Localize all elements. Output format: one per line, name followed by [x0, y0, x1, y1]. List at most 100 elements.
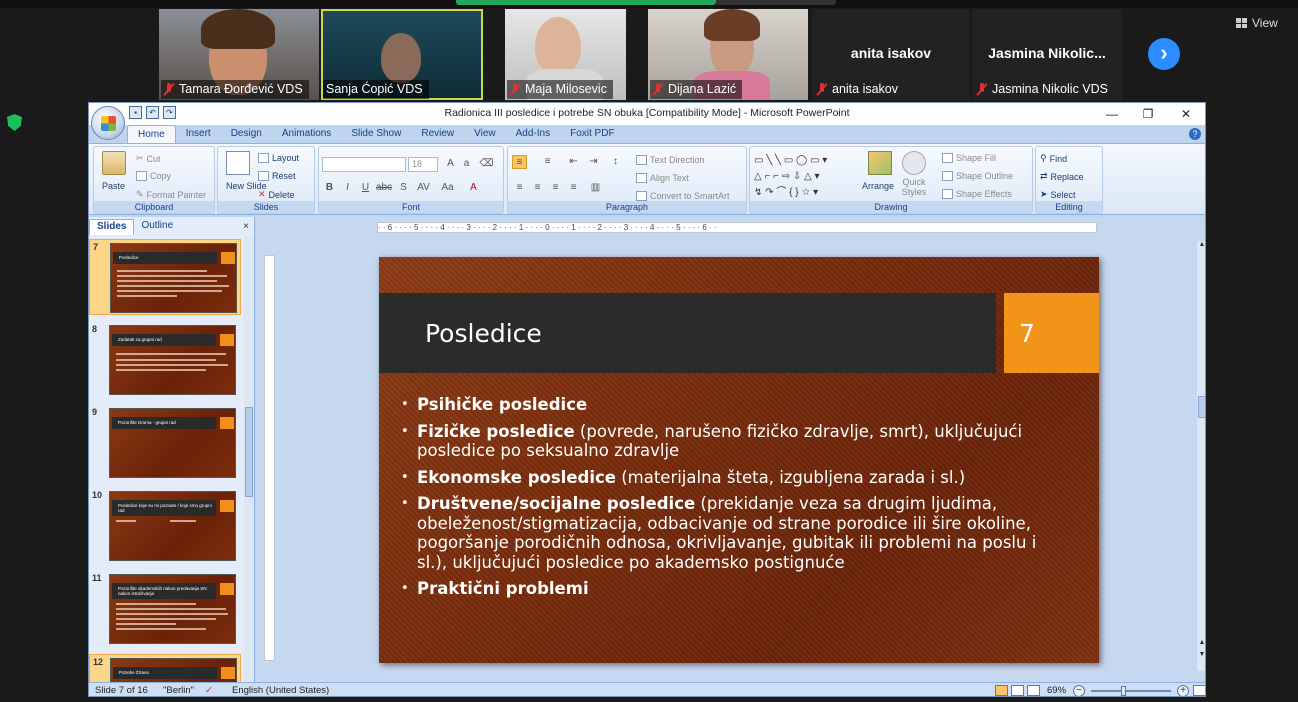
strikethrough-icon[interactable]: abc — [376, 181, 392, 195]
previous-slide-icon[interactable]: ▲ — [1197, 639, 1205, 646]
shapes-gallery[interactable]: ▭ ╲ ╲ ▭ ◯ ▭ ▾ △ ⌐ ⌐ ⇨ ⇩ △ ▾ ↯ ↷ ⌒ { } ☆ ▾ — [754, 153, 862, 203]
italic-icon[interactable]: I — [340, 181, 355, 195]
screen-share-indicator[interactable] — [456, 0, 716, 5]
participant-tile[interactable]: Dijana Lazić — [648, 9, 808, 100]
arrange-button[interactable]: Arrange — [862, 181, 894, 191]
tab-insert[interactable]: Insert — [176, 125, 221, 143]
zoom-in-icon[interactable]: + — [1177, 685, 1189, 696]
change-case-icon[interactable]: Aa — [440, 181, 455, 195]
slide-show-icon[interactable] — [1027, 685, 1040, 696]
quick-styles-button[interactable]: Quick Styles — [900, 177, 928, 197]
redo-icon[interactable]: ↷ — [163, 106, 176, 119]
slide-sorter-icon[interactable] — [1011, 685, 1024, 696]
language-indicator[interactable]: English (United States) — [232, 685, 329, 696]
columns-icon[interactable]: ▥ — [588, 181, 603, 195]
select-button[interactable]: ➤ Select — [1040, 189, 1076, 200]
participant-tile[interactable]: Tamara Đorđević VDS — [159, 9, 319, 100]
tab-add-ins[interactable]: Add-Ins — [506, 125, 560, 143]
reset-button[interactable]: Reset — [258, 171, 296, 181]
decrease-indent-icon[interactable]: ⇤ — [566, 155, 581, 169]
tab-slides[interactable]: Slides — [89, 219, 135, 235]
zoom-out-icon[interactable]: − — [1073, 685, 1085, 696]
next-participants-button[interactable]: › — [1148, 38, 1180, 70]
shape-effects-button[interactable]: Shape Effects — [942, 189, 1012, 199]
slide-canvas[interactable]: Posledice 7 Psihičke posledice Fizičke p… — [379, 257, 1099, 663]
minimize-button[interactable]: — — [1097, 105, 1127, 123]
slide-thumbnail[interactable]: 11 Pozorište akademskih nakon predavanja… — [89, 571, 241, 647]
line-spacing-icon[interactable]: ↕ — [608, 155, 623, 169]
slide-thumbnail[interactable]: 10 Posledice koje su mi poznate / koje s… — [89, 488, 241, 564]
normal-view-icon[interactable] — [995, 685, 1008, 696]
numbering-icon[interactable]: ≡ — [540, 155, 555, 169]
vertical-scrollbar[interactable]: ▲ ▲ ▼ — [1197, 241, 1205, 671]
paste-button[interactable]: Paste — [102, 181, 125, 191]
convert-to-smartart-button[interactable]: Convert to SmartArt — [636, 191, 730, 201]
close-pane-icon[interactable]: × — [243, 221, 249, 232]
format-painter-button[interactable]: ✎ Format Painter — [136, 189, 206, 200]
slide-thumbnail[interactable]: 8 Zadatak za grupni rad — [89, 322, 241, 398]
tab-review[interactable]: Review — [411, 125, 464, 143]
pane-scrollbar[interactable] — [244, 237, 254, 682]
layout-button[interactable]: Layout — [258, 153, 299, 163]
zoom-slider-handle[interactable] — [1121, 686, 1126, 696]
font-name-field[interactable] — [322, 157, 406, 172]
text-direction-button[interactable]: Text Direction — [636, 155, 705, 165]
bold-icon[interactable]: B — [322, 181, 337, 195]
slide-thumbnail[interactable]: 9 Pozorište Drama - grupni rad — [89, 405, 241, 481]
justify-icon[interactable]: ≡ — [566, 181, 581, 195]
security-shield-icon[interactable] — [7, 114, 22, 131]
tab-outline[interactable]: Outline — [134, 219, 180, 235]
tab-home[interactable]: Home — [127, 125, 176, 143]
underline-icon[interactable]: U — [358, 181, 373, 195]
tab-slide-show[interactable]: Slide Show — [341, 125, 411, 143]
increase-indent-icon[interactable]: ⇥ — [586, 155, 601, 169]
cut-button[interactable]: ✂ Cut — [136, 153, 161, 164]
font-size-field[interactable]: 18 — [408, 157, 438, 172]
tab-foxit-pdf[interactable]: Foxit PDF — [560, 125, 624, 143]
tab-view[interactable]: View — [464, 125, 506, 143]
status-bar: Slide 7 of 16 "Berlin" ✓ English (United… — [89, 682, 1205, 696]
font-color-icon[interactable]: A — [466, 181, 481, 195]
find-button[interactable]: ⚲ Find — [1040, 153, 1067, 164]
shadow-icon[interactable]: S — [396, 181, 411, 195]
zoom-slider[interactable] — [1091, 686, 1171, 696]
align-text-button[interactable]: Align Text — [636, 173, 689, 183]
delete-slide-button[interactable]: ✕ Delete — [258, 189, 295, 200]
shrink-font-icon[interactable]: a — [459, 157, 474, 171]
undo-icon[interactable]: ↶ — [146, 106, 159, 119]
shape-outline-button[interactable]: Shape Outline — [942, 171, 1013, 181]
office-button[interactable] — [91, 106, 125, 140]
scrollbar-thumb[interactable] — [245, 407, 253, 497]
participant-tile[interactable]: Maja Milosevic — [505, 9, 626, 100]
align-center-icon[interactable]: ≡ — [530, 181, 545, 195]
fit-to-window-icon[interactable] — [1193, 685, 1205, 696]
replace-button[interactable]: ⇄ Replace — [1040, 171, 1084, 182]
participant-tile-no-video[interactable]: Jasmina Nikolic... Jasmina Nikolic VDS — [972, 9, 1122, 100]
restore-button[interactable]: ❐ — [1133, 105, 1163, 123]
close-button[interactable]: ✕ — [1171, 105, 1201, 123]
participant-tile-active-speaker[interactable]: Sanja Ćopić VDS — [321, 9, 483, 100]
participant-tile-no-video[interactable]: anita isakov anita isakov — [812, 9, 970, 100]
slide-title[interactable]: Posledice — [425, 319, 542, 348]
clear-formatting-icon[interactable]: ⌫ — [479, 157, 494, 171]
save-icon[interactable]: ▪ — [129, 106, 142, 119]
tab-animations[interactable]: Animations — [272, 125, 341, 143]
copy-button[interactable]: Copy — [136, 171, 171, 181]
tab-design[interactable]: Design — [221, 125, 272, 143]
char-spacing-icon[interactable]: AV — [416, 181, 431, 195]
zoom-level[interactable]: 69% — [1047, 685, 1066, 696]
view-button[interactable]: View — [1236, 16, 1278, 30]
scroll-up-icon[interactable]: ▲ — [1197, 241, 1205, 248]
spelling-check-icon[interactable]: ✓ — [205, 685, 213, 696]
slide-thumbnail[interactable]: 7 Posledice — [89, 239, 241, 315]
slide-bullet-list[interactable]: Psihičke posledice Fizičke posledice (po… — [401, 395, 1061, 606]
help-icon[interactable]: ? — [1189, 128, 1201, 140]
align-right-icon[interactable]: ≡ — [548, 181, 563, 195]
next-slide-icon[interactable]: ▼ — [1197, 651, 1205, 658]
scrollbar-thumb[interactable] — [1198, 396, 1205, 418]
shape-fill-button[interactable]: Shape Fill — [942, 153, 996, 163]
slide-thumbnail[interactable]: 12 Potrebe Žrtava — [89, 654, 241, 696]
bullets-icon[interactable]: ≡ — [512, 155, 527, 169]
grow-font-icon[interactable]: A — [443, 157, 458, 171]
align-left-icon[interactable]: ≡ — [512, 181, 527, 195]
